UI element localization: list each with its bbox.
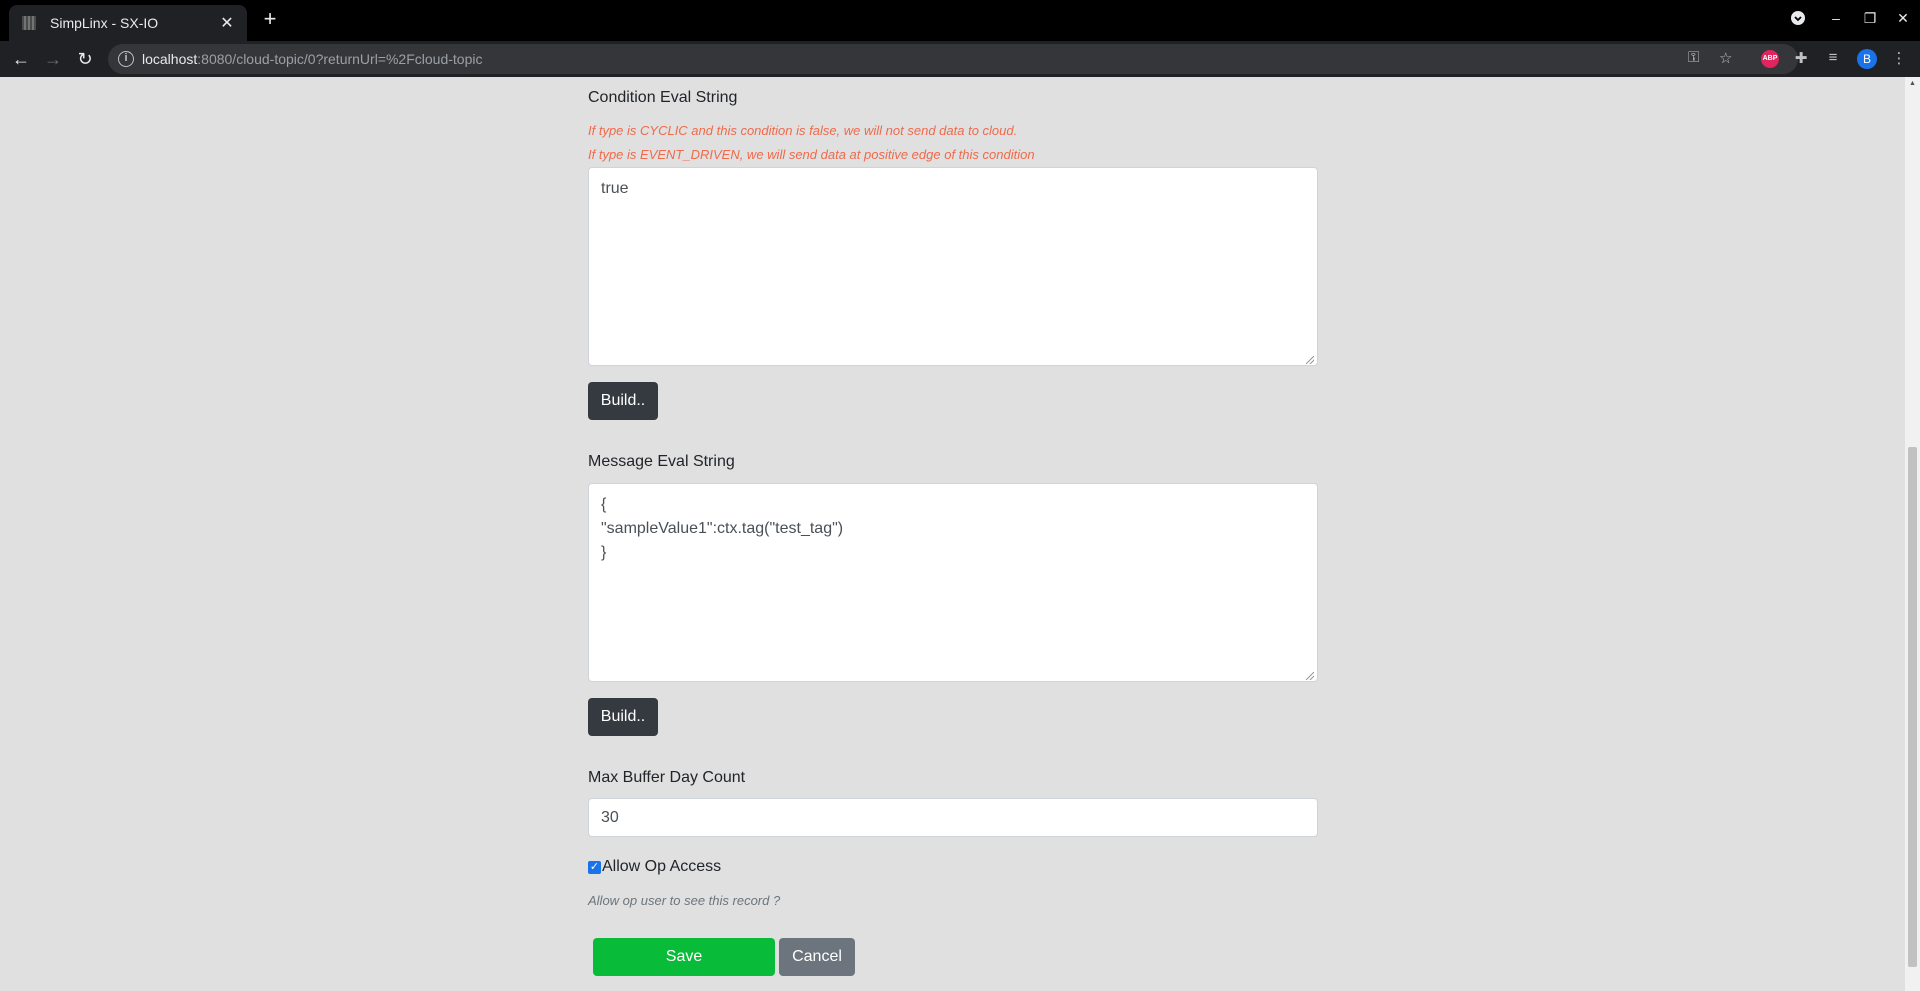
condition-hint-cyclic: If type is CYCLIC and this condition is … [588, 123, 1018, 138]
save-button[interactable]: Save [593, 938, 775, 976]
close-window-icon[interactable]: ✕ [1893, 10, 1913, 30]
menu-kebab-icon[interactable]: ⋮ [1889, 49, 1909, 67]
new-tab-icon[interactable]: + [258, 8, 282, 32]
browser-tab-bar: SimpLinx - SX-IO ✕ + – ❐ ✕ [0, 0, 1920, 41]
address-bar[interactable]: i localhost:8080/cloud-topic/0?returnUrl… [108, 44, 1798, 74]
max-buffer-input[interactable]: 30 [588, 798, 1318, 837]
page-scrollbar[interactable]: ▲ [1905, 77, 1920, 991]
max-buffer-label: Max Buffer Day Count [588, 769, 746, 786]
forward-icon[interactable]: → [41, 47, 65, 71]
bookmark-star-icon[interactable]: ☆ [1719, 49, 1732, 67]
profile-avatar[interactable]: B [1857, 49, 1877, 69]
resize-handle-icon[interactable] [1306, 356, 1314, 364]
back-icon[interactable]: ← [9, 47, 33, 71]
adblock-extension-icon[interactable]: ABP [1761, 50, 1779, 68]
resize-handle-icon[interactable] [1306, 672, 1314, 680]
cancel-button[interactable]: Cancel [779, 938, 855, 976]
minimize-icon[interactable]: – [1826, 10, 1846, 30]
condition-eval-label: Condition Eval String [588, 89, 738, 106]
tab-search-icon[interactable] [1788, 10, 1808, 30]
tab-title: SimpLinx - SX-IO [50, 15, 159, 31]
scrollbar-thumb[interactable] [1908, 447, 1917, 967]
favicon-icon [22, 16, 36, 30]
restore-icon[interactable]: ❐ [1860, 10, 1880, 30]
allow-op-access-checkbox[interactable]: ✓ [588, 861, 601, 874]
allow-op-access-label: Allow Op Access [602, 858, 722, 875]
extensions-puzzle-icon[interactable]: ✚ [1791, 49, 1811, 67]
message-eval-textarea[interactable]: { "sampleValue1":ctx.tag("test_tag") } [588, 483, 1318, 682]
message-build-button[interactable]: Build.. [588, 698, 658, 736]
allow-op-access-hint: Allow op user to see this record ? [588, 893, 781, 908]
site-info-icon[interactable]: i [118, 51, 134, 67]
condition-build-button[interactable]: Build.. [588, 382, 658, 420]
browser-toolbar: ← → ↻ i localhost:8080/cloud-topic/0?ret… [0, 41, 1920, 77]
page-content: Condition Eval String If type is CYCLIC … [0, 77, 1905, 991]
reload-icon[interactable]: ↻ [73, 47, 97, 71]
tab-close-icon[interactable]: ✕ [219, 13, 235, 33]
condition-hint-event: If type is EVENT_DRIVEN, we will send da… [588, 147, 1035, 162]
url-text[interactable]: localhost:8080/cloud-topic/0?returnUrl=%… [142, 51, 482, 67]
condition-eval-textarea[interactable]: true [588, 167, 1318, 366]
scroll-up-icon[interactable]: ▲ [1909, 80, 1916, 87]
media-queue-icon[interactable]: ≡ [1823, 49, 1843, 66]
message-eval-label: Message Eval String [588, 453, 735, 470]
browser-tab[interactable]: SimpLinx - SX-IO ✕ [9, 5, 247, 41]
key-icon[interactable]: ⚿ [1688, 49, 1699, 66]
